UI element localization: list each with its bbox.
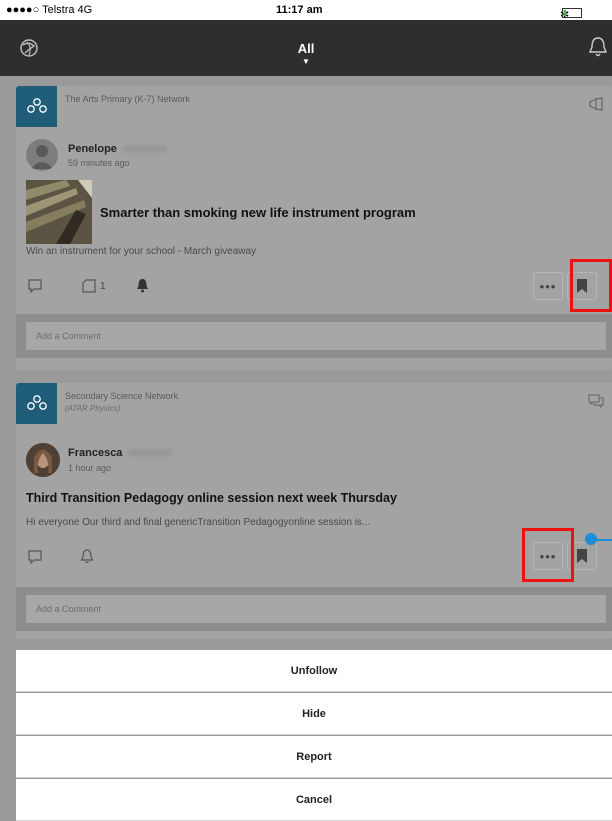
author-name[interactable]: Penelope [68, 143, 167, 155]
comments-icon [588, 394, 604, 408]
cancel-button[interactable]: Cancel [16, 779, 612, 821]
network-icon [27, 395, 47, 410]
bell-icon[interactable] [80, 549, 94, 564]
author-name[interactable]: Francesca [68, 447, 173, 459]
user-photo [26, 443, 60, 477]
copy-icon[interactable] [82, 279, 96, 293]
network-name[interactable]: The Arts Primary (K-7) Network [65, 94, 190, 104]
bookmark-icon [577, 549, 587, 563]
user-placeholder-icon [31, 145, 53, 169]
network-name[interactable]: Secondary Science Network [65, 391, 178, 401]
network-icon [27, 98, 47, 113]
post-card: The Arts Primary (K-7) Network Penelope … [16, 86, 612, 370]
post-title[interactable]: Smarter than smoking new life instrument… [100, 205, 416, 220]
bell-filled-icon[interactable] [136, 278, 149, 293]
avatar[interactable] [26, 443, 60, 477]
instrument-image [26, 180, 92, 244]
clock: 11:17 am [276, 4, 323, 16]
comment-input[interactable]: Add a Comment [26, 322, 606, 350]
post-title[interactable]: Third Transition Pedagogy online session… [26, 491, 397, 505]
more-dots-icon: ••• [539, 279, 557, 294]
post-card: Secondary Science Network (ATAR Physics)… [16, 383, 612, 639]
network-logo[interactable] [16, 86, 57, 127]
avatar[interactable] [26, 139, 58, 171]
status-bar: ●●●●○ Telstra 4G 11:17 am ✻ 11% [0, 0, 612, 33]
more-options-button[interactable]: ••• [533, 272, 563, 300]
copy-count: 1 [100, 281, 106, 292]
battery-icon [562, 8, 582, 18]
feed-filter-title[interactable]: All [0, 41, 612, 56]
post-time: 1 hour ago [68, 463, 112, 473]
unfollow-button[interactable]: Unfollow [16, 650, 612, 692]
highlight-box [522, 528, 574, 582]
comment-icon[interactable] [28, 550, 42, 564]
chevron-down-icon[interactable]: ▼ [302, 57, 310, 66]
comment-area: Add a Comment [16, 587, 612, 631]
post-time: 59 minutes ago [68, 158, 130, 168]
post-summary: Win an instrument for your school - Marc… [26, 246, 257, 257]
comment-icon[interactable] [28, 279, 42, 293]
megaphone-icon [589, 97, 603, 111]
comment-input[interactable]: Add a Comment [26, 595, 606, 623]
post-thumbnail[interactable] [26, 180, 92, 244]
nav-bar: All ▼ [0, 20, 612, 76]
tap-indicator [585, 533, 597, 545]
highlight-box [570, 259, 612, 312]
network-subtitle: (ATAR Physics) [65, 404, 121, 413]
bell-icon[interactable] [588, 36, 608, 58]
network-logo[interactable] [16, 383, 57, 424]
post-summary: Hi everyone Our third and final genericT… [26, 517, 371, 528]
carrier-label: ●●●●○ Telstra 4G [6, 4, 93, 16]
report-button[interactable]: Report [16, 736, 612, 778]
comment-area: Add a Comment [16, 314, 612, 358]
hide-button[interactable]: Hide [16, 693, 612, 735]
